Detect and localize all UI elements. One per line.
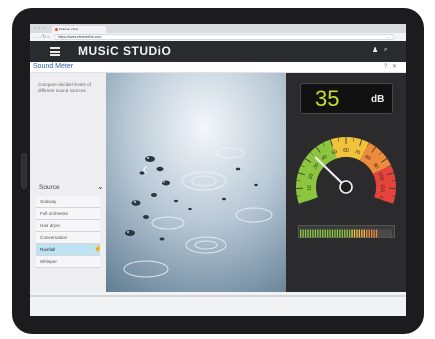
source-item-hair-dryer[interactable]: Hair dryer xyxy=(36,220,100,232)
gauge-tick-label: 10 xyxy=(307,185,313,191)
level-segment xyxy=(319,229,321,238)
source-item-label: Whisper xyxy=(40,259,57,264)
sound-source-image: ‹ › xyxy=(106,73,286,292)
source-item-label: Hair dryer xyxy=(40,223,61,228)
level-segment xyxy=(309,229,312,238)
level-segment xyxy=(388,229,390,238)
gauge-tick-label: 110 xyxy=(379,184,385,192)
level-segment xyxy=(380,229,383,238)
level-segment xyxy=(300,229,302,238)
decibel-unit: dB xyxy=(371,94,385,105)
pointer-cursor-icon: ☝ xyxy=(94,246,102,252)
level-segment xyxy=(385,229,388,238)
source-item-conversation[interactable]: Conversation xyxy=(36,232,100,244)
source-label: Source xyxy=(39,184,60,191)
level-segment xyxy=(361,229,363,238)
source-item-label: Full orchestra xyxy=(40,211,68,216)
tab-title: Pearson eText xyxy=(59,27,79,31)
level-segment xyxy=(331,229,334,238)
level-segment xyxy=(326,229,329,238)
reload-icon[interactable]: ↻ xyxy=(42,34,46,40)
gauge-hub xyxy=(339,180,353,194)
activity-description: Compare decibel levels of different soun… xyxy=(38,82,91,93)
level-segment xyxy=(341,229,343,238)
source-dropdown[interactable]: Source ⌄ xyxy=(34,181,106,195)
source-item-label: Subway xyxy=(40,199,57,204)
source-item-label: Rainfall xyxy=(40,247,56,252)
level-segment xyxy=(358,229,361,238)
level-bar-segments xyxy=(300,229,392,238)
user-icon[interactable]: ♟ xyxy=(372,47,378,55)
search-icon[interactable]: ⌕ xyxy=(384,46,387,54)
decibel-gauge: 1020304050 60 708090100110120 xyxy=(296,137,396,205)
level-segment xyxy=(356,229,358,238)
level-segment xyxy=(348,229,351,238)
source-item-rainfall[interactable]: Rainfall ☝ xyxy=(36,244,102,256)
level-segment xyxy=(339,229,341,238)
url-bar[interactable]: https://www.etextonline.com ☆ xyxy=(54,34,394,40)
level-segment xyxy=(366,229,368,238)
level-segment xyxy=(336,229,339,238)
url-text: https://www.etextonline.com xyxy=(58,35,102,39)
gauge-tick-label: 60 xyxy=(343,148,349,154)
activity-title-bar: Sound Meter ? ✕ xyxy=(30,62,406,73)
app-header: MUSiC STUDiO ♟ ⌕ xyxy=(30,41,406,62)
tablet-screen: ● ● ● Pearson eText ← → ↻ ⌂ https://www.… xyxy=(30,24,406,316)
level-segment xyxy=(378,229,380,238)
sound-meter-panel: 35 dB 10 20 30 40 50 60 70 80 90 100 110 120 xyxy=(286,73,406,292)
source-item-subway[interactable]: Subway xyxy=(36,196,100,208)
level-segment xyxy=(375,229,378,238)
home-icon[interactable]: ⌂ xyxy=(47,34,50,40)
level-segment xyxy=(383,229,385,238)
bookmark-star-icon[interactable]: ☆ xyxy=(386,35,390,40)
level-segment xyxy=(370,229,373,238)
level-segment xyxy=(373,229,375,238)
app-brand-title: MUSiC STUDiO xyxy=(78,44,172,58)
level-segment xyxy=(351,229,353,238)
hamburger-menu-icon[interactable] xyxy=(50,47,60,56)
decibel-readout: 35 dB xyxy=(300,83,393,114)
source-list: Subway Full orchestra Hair dryer Convers… xyxy=(36,196,102,268)
level-segment xyxy=(329,229,331,238)
close-icon[interactable]: ✕ xyxy=(392,63,397,71)
decibel-value: 35 xyxy=(315,86,340,111)
level-segment xyxy=(324,229,326,238)
level-segment xyxy=(322,229,324,238)
level-segment xyxy=(353,229,356,238)
level-segment xyxy=(307,229,309,238)
level-segment xyxy=(344,229,346,238)
tablet-home-button[interactable] xyxy=(21,153,27,189)
level-segment xyxy=(334,229,336,238)
tab-favicon-icon xyxy=(55,27,58,31)
level-segment xyxy=(390,229,392,238)
window-controls[interactable]: ● ● ● xyxy=(34,27,46,30)
rain-drops-photo xyxy=(106,73,286,292)
chevron-down-icon[interactable]: ⌄ xyxy=(97,182,104,192)
level-segment xyxy=(314,229,317,238)
help-icon[interactable]: ? xyxy=(384,63,387,71)
sidebar: Compare decibel levels of different soun… xyxy=(30,73,106,292)
footer-divider xyxy=(30,295,406,297)
source-item-full-orchestra[interactable]: Full orchestra xyxy=(36,208,100,220)
level-segment xyxy=(363,229,365,238)
activity-title: Sound Meter xyxy=(33,63,74,70)
browser-tab-strip: ● ● ● Pearson eText xyxy=(30,24,406,33)
level-segment xyxy=(368,229,370,238)
browser-tab[interactable]: Pearson eText xyxy=(52,26,106,33)
level-segment xyxy=(302,229,304,238)
level-segment xyxy=(346,229,348,238)
level-segment xyxy=(317,229,319,238)
level-segment xyxy=(304,229,307,238)
previous-source-arrow[interactable]: ‹ xyxy=(142,159,148,179)
level-bar xyxy=(298,225,395,238)
source-item-label: Conversation xyxy=(40,235,68,240)
source-item-whisper[interactable]: Whisper xyxy=(36,256,100,268)
level-segment xyxy=(312,229,314,238)
